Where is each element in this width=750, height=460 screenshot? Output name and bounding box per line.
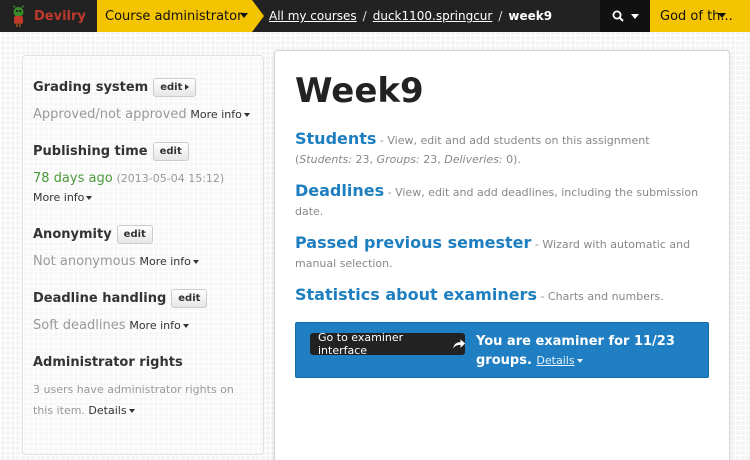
grading-system-section: Grading system edit Approved/not approve… <box>33 76 253 124</box>
go-to-examiner-label: Go to examiner interface <box>318 331 404 357</box>
deadline-handling-value: Soft deadlines <box>33 318 126 333</box>
deadline-handling-section: Deadline handling edit Soft deadlines Mo… <box>33 287 253 335</box>
breadcrumb-separator: / <box>362 9 367 23</box>
students-link[interactable]: Students <box>295 129 376 148</box>
more-info-link[interactable]: More info <box>139 255 199 268</box>
search-button[interactable] <box>600 0 650 32</box>
grading-system-title: Grading system <box>33 79 149 95</box>
caret-down-icon <box>128 409 135 413</box>
more-info-link[interactable]: More info <box>190 108 250 121</box>
edit-label: edit <box>160 81 183 93</box>
caret-down-icon <box>192 260 199 264</box>
role-label: Course administrator <box>105 8 243 24</box>
page-title: Week9 <box>295 71 424 111</box>
devil-logo-icon <box>13 5 24 27</box>
brand-name: Devilry <box>34 8 86 24</box>
deliveries-count: 0). <box>502 153 521 166</box>
deliveries-count-label: Deliveries: <box>444 153 503 166</box>
students-count-label: Students: <box>299 153 353 166</box>
edit-publishing-button[interactable]: edit <box>152 141 189 161</box>
breadcrumb-all-courses[interactable]: All my courses <box>269 9 357 23</box>
publishing-time-title: Publishing time <box>33 143 148 159</box>
deadlines-item: Deadlines - View, edit and add deadlines… <box>295 181 709 221</box>
breadcrumb-course[interactable]: duck1100.springcur <box>373 9 493 23</box>
passed-previous-item: Passed previous semester - Wizard with a… <box>295 233 709 273</box>
go-to-examiner-button[interactable]: Go to examiner interface <box>310 331 465 357</box>
chevron-down-icon <box>630 13 639 19</box>
caret-down-icon <box>243 113 250 117</box>
administrator-rights-section: Administrator rights 3 users have admini… <box>33 351 253 421</box>
details-link[interactable]: Details <box>88 404 135 417</box>
anonymity-title: Anonymity <box>33 226 112 242</box>
publishing-date: (2013-05-04 15:12) <box>116 172 225 185</box>
breadcrumb-separator: / <box>498 9 503 23</box>
students-item: Students - View, edit and add students o… <box>295 129 709 169</box>
students-count: 23, <box>352 153 377 166</box>
assignment-main-panel: Week9 Students - View, edit and add stud… <box>274 50 730 460</box>
top-navbar: Devilry Course administrator All my cour… <box>0 0 750 32</box>
groups-count: 23, <box>419 153 445 166</box>
deadline-handling-title: Deadline handling <box>33 290 167 306</box>
caret-down-icon <box>86 196 93 200</box>
caret-down-icon <box>576 359 583 363</box>
examiner-text: You are examiner for 11/23 groups. Detai… <box>476 332 696 370</box>
statistics-item: Statistics about examiners - Charts and … <box>295 285 709 306</box>
statistics-examiners-link[interactable]: Statistics about examiners <box>295 285 537 304</box>
role-selector[interactable]: Course administrator <box>97 0 264 32</box>
publishing-time-section: Publishing time edit 78 days ago (2013-0… <box>33 140 253 207</box>
edit-anonymity-button[interactable]: edit <box>116 224 153 244</box>
examiner-details-link[interactable]: Details <box>536 354 583 367</box>
deadlines-link[interactable]: Deadlines <box>295 181 384 200</box>
more-info-link[interactable]: More info <box>129 319 189 332</box>
caret-down-icon <box>182 324 189 328</box>
anonymity-section: Anonymity edit Not anonymous More info <box>33 223 253 271</box>
statistics-description: - Charts and numbers. <box>536 290 664 303</box>
breadcrumb: All my courses / duck1100.springcur / we… <box>269 0 552 32</box>
edit-label: edit <box>159 145 182 157</box>
breadcrumb-current: week9 <box>508 9 553 23</box>
caret-right-icon <box>185 84 190 90</box>
user-menu[interactable]: God of th... <box>650 0 750 32</box>
administrator-rights-title: Administrator rights <box>33 354 183 370</box>
edit-label: edit <box>123 228 146 240</box>
more-info-link[interactable]: More info <box>33 191 93 204</box>
groups-count-label: Groups: <box>376 153 420 166</box>
chevron-down-icon <box>718 13 726 18</box>
anonymity-value: Not anonymous <box>33 254 136 269</box>
grading-system-value: Approved/not approved <box>33 107 187 122</box>
search-icon <box>612 10 624 22</box>
edit-grading-button[interactable]: edit <box>153 77 197 97</box>
passed-previous-semester-link[interactable]: Passed previous semester <box>295 233 531 252</box>
assignment-settings-sidebar: Grading system edit Approved/not approve… <box>22 55 264 455</box>
edit-deadline-button[interactable]: edit <box>171 288 208 308</box>
brand-logo[interactable]: Devilry <box>0 0 97 32</box>
share-arrow-icon <box>452 339 465 349</box>
edit-label: edit <box>178 292 201 304</box>
chevron-down-icon <box>240 13 248 18</box>
examiner-notice: Go to examiner interface You are examine… <box>295 322 709 378</box>
publishing-relative-time: 78 days ago <box>33 171 113 186</box>
